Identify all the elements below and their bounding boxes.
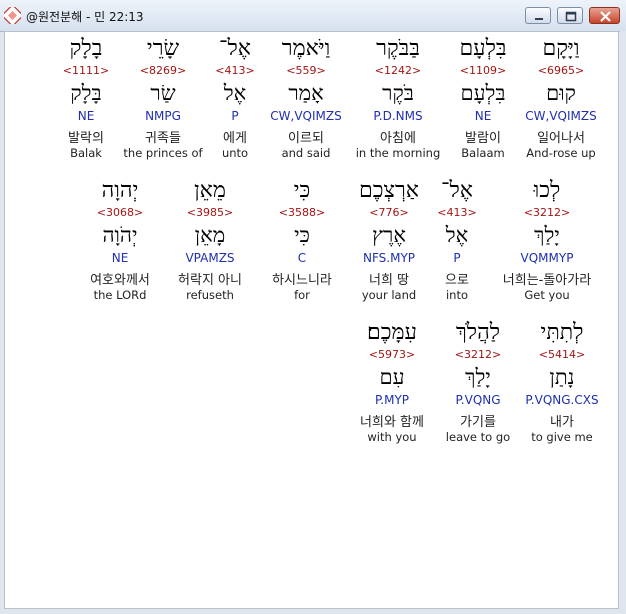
morph-code: NMPG [145,109,181,123]
hebrew-word: בִּלְעָם [459,36,507,61]
lemma-word: מָאֵן [194,223,226,247]
english-gloss: your land [361,288,417,302]
morph-code: NE [474,109,492,123]
morph-code: P.MYP [374,393,410,407]
english-gloss: the princes of [123,146,203,160]
english-gloss: in the morning [355,146,441,160]
hebrew-word: בַּבֹּקֶר [376,36,420,61]
korean-gloss: 여호와께서 [90,273,150,288]
strong-number[interactable]: <1111> [41,64,131,77]
strong-number[interactable]: <5414> [517,348,607,361]
hebrew-word: מֵאֵן [194,178,226,203]
morph-code: NFS.MYP [362,251,416,265]
korean-gloss: 발락의 [68,131,104,146]
morph-code: P.VQNG [455,393,501,407]
lemma-word: יְהֹוָה [102,223,138,247]
lemma-word: יָלַךְ [465,365,491,389]
lemma-word: יָלַךְ [534,223,560,247]
english-gloss: with you [367,430,417,444]
minimize-button[interactable] [525,7,551,24]
hebrew-word: אַרְצְכֶם [358,178,420,203]
lemma-word: בֹּקֶר [382,81,414,105]
lemma-word: עִם [379,365,405,389]
strong-number[interactable]: <3212> [433,348,523,361]
close-icon [600,11,611,22]
lemma-word: נָתַן [549,365,575,389]
korean-gloss: 일어나서 [537,131,585,146]
strong-number[interactable]: <6965> [516,64,606,77]
morph-code: P.VQNG.CXS [525,393,599,407]
minimize-icon [535,18,543,20]
english-gloss: And-rose up [526,146,596,160]
morph-code: CW,VQIMZS [525,109,597,123]
english-gloss: for [294,288,310,302]
korean-gloss: 가기를 [460,415,496,430]
korean-gloss: 내가 [550,415,574,430]
lemma-word: שַׂר [150,81,176,105]
title-bar: @원전분해 - 민 22:13 [0,0,626,32]
strong-number[interactable]: <3588> [257,206,347,219]
morph-code: NE [77,109,95,123]
hebrew-word: יְהוָה [101,178,139,203]
korean-gloss: 허락지 아니 [178,273,242,288]
lemma-word: קוּם [546,81,576,105]
hebrew-word: עִמָּכֶם׃ [367,320,417,345]
korean-gloss: 너희는-돌아가라 [502,273,592,288]
korean-gloss: 발람이 [465,131,501,146]
english-gloss: Balak [70,146,102,160]
hebrew-word: שָׂרֵי [146,36,180,61]
app-icon [1,4,24,27]
maximize-icon [565,11,577,22]
lemma-word: בָּלָק [70,81,102,105]
english-gloss: Get you [524,288,570,302]
korean-gloss: 너희 땅 [368,273,409,288]
korean-gloss: 너희와 함께 [360,415,424,430]
strong-number[interactable]: <1109> [438,64,528,77]
strong-number[interactable]: <5973> [347,348,437,361]
hebrew-word: כִּי [293,178,311,203]
strong-number[interactable]: <3068> [75,206,165,219]
korean-gloss: 아침에 [380,131,416,146]
hebrew-word: לְתִתִּי [540,320,584,345]
english-gloss: refuseth [186,288,234,302]
close-button[interactable] [589,7,620,24]
morph-code: NE [111,251,129,265]
lemma-word: כִּי [294,223,310,247]
maximize-button[interactable] [557,7,583,24]
lemma-word: אֶרֶץ [372,223,406,247]
strong-number[interactable]: <1242> [353,64,443,77]
english-gloss: the LORd [93,288,147,302]
strong-number[interactable]: <3985> [165,206,255,219]
morph-code: VPAMZS [185,251,235,265]
hebrew-word: לַהֲלֹךְ [455,320,501,345]
strong-number[interactable]: <776> [344,206,434,219]
korean-gloss: 하시느니라 [272,273,332,288]
english-gloss: leave to go [445,430,511,444]
morph-code: C [297,251,307,265]
strong-number[interactable]: <8269> [118,64,208,77]
english-gloss: Balaam [461,146,505,160]
window-title: @원전분해 - 민 22:13 [26,10,144,24]
hebrew-word: וַיָּקָם [542,36,580,61]
morph-code: P.D.NMS [373,109,423,123]
english-gloss: to give me [531,430,593,444]
morph-code: VQMMYP [520,251,574,265]
strong-number[interactable]: <3212> [502,206,592,219]
hebrew-word: לְכוּ [533,178,561,203]
hebrew-word: בָלָק [69,36,103,61]
lemma-word: בִּלְעָם [460,81,506,105]
korean-gloss: 귀족들 [145,131,181,146]
